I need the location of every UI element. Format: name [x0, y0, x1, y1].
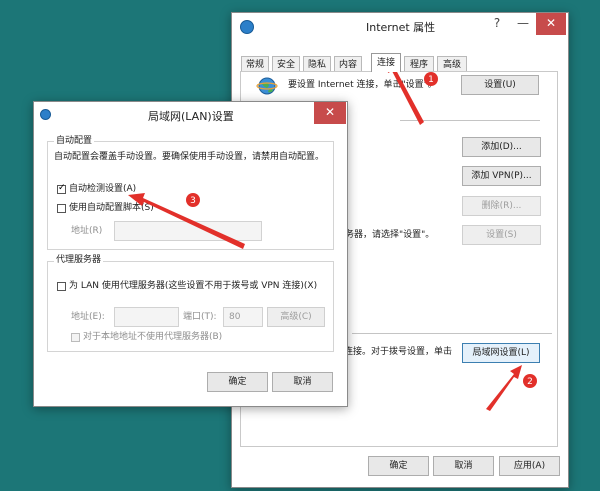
step-badge-1-label: 1 [428, 75, 434, 85]
step-badge-2-label: 2 [527, 377, 533, 387]
arrow-2 [486, 365, 522, 411]
annotation-overlay: 1 2 3 [128, 56, 537, 411]
tab-connections[interactable]: 连接 [371, 53, 401, 72]
step-badge-3-label: 3 [190, 196, 196, 206]
